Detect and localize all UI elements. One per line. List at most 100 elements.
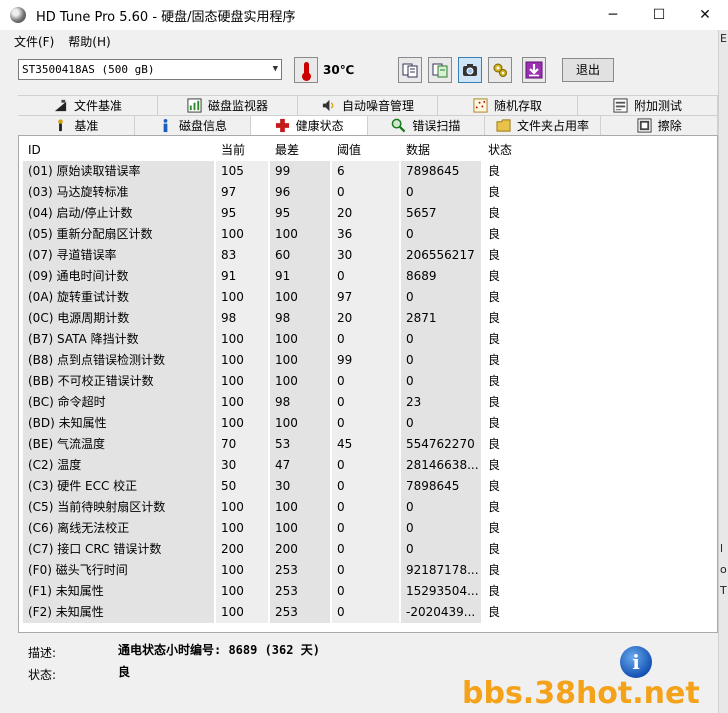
column-header-current[interactable]: 当前 [216, 140, 270, 161]
table-row[interactable]: (F1) 未知属性 100 253 0 15293504... 良 [23, 581, 713, 602]
worst-value: 100 [270, 224, 332, 245]
worst-value: 100 [270, 497, 332, 518]
table-row[interactable]: (F2) 未知属性 100 253 0 -2020439... 良 [23, 602, 713, 623]
table-row[interactable]: (07) 寻道错误率 83 60 30 206556217 良 [23, 245, 713, 266]
current-value: 91 [216, 266, 270, 287]
status-value: 良 [483, 266, 549, 287]
table-row[interactable]: (BB) 不可校正错误计数 100 100 0 0 良 [23, 371, 713, 392]
tab-file-benchmark[interactable]: 文件基准 [18, 95, 158, 115]
screenshot-button[interactable] [458, 57, 482, 83]
column-header-status[interactable]: 状态 [483, 140, 549, 161]
table-row[interactable]: (C5) 当前待映射扇区计数 100 100 0 0 良 [23, 497, 713, 518]
threshold-value: 20 [332, 203, 401, 224]
current-value: 50 [216, 476, 270, 497]
status-value: 良 [483, 203, 549, 224]
tab-erase[interactable]: 擦除 [601, 115, 719, 135]
table-row[interactable]: (05) 重新分配扇区计数 100 100 36 0 良 [23, 224, 713, 245]
info-icon [163, 118, 168, 133]
maximize-button[interactable]: ☐ [636, 0, 682, 30]
table-row[interactable]: (BC) 命令超时 100 98 0 23 良 [23, 392, 713, 413]
current-value: 100 [216, 581, 270, 602]
column-header-threshold[interactable]: 阈值 [332, 140, 401, 161]
close-button[interactable]: ✕ [682, 0, 728, 30]
tab-random-access[interactable]: 随机存取 [438, 95, 578, 115]
info-button[interactable]: i [620, 646, 652, 678]
background-window-edge: E l o T [718, 30, 728, 713]
threshold-value: 0 [332, 560, 401, 581]
table-row[interactable]: (0A) 旋转重试计数 100 100 97 0 良 [23, 287, 713, 308]
column-header-id[interactable]: ID [23, 140, 216, 161]
watermark-text: bbs.38hot.net [462, 676, 700, 711]
exit-button[interactable]: 退出 [562, 58, 614, 82]
table-row[interactable]: (01) 原始读取错误率 105 99 6 7898645 良 [23, 161, 713, 182]
table-row[interactable]: (03) 马达旋转标准 97 96 0 0 良 [23, 182, 713, 203]
threshold-value: 97 [332, 287, 401, 308]
tab-health-status[interactable]: 健康状态 [251, 115, 369, 135]
tab-benchmark[interactable]: 基准 [18, 115, 135, 135]
menu-help[interactable]: 帮助(H) [61, 33, 117, 50]
threshold-value: 20 [332, 308, 401, 329]
current-value: 105 [216, 161, 270, 182]
raw-data: 7898645 [401, 161, 483, 182]
copy-screen-button[interactable] [428, 57, 452, 83]
table-row[interactable]: (C2) 温度 30 47 0 28146638... 良 [23, 455, 713, 476]
attribute-id: (05) 重新分配扇区计数 [23, 224, 216, 245]
tab-noise-management[interactable]: 自动噪音管理 [298, 95, 438, 115]
table-row[interactable]: (0C) 电源周期计数 98 98 20 2871 良 [23, 308, 713, 329]
table-row[interactable]: (09) 通电时间计数 91 91 0 8689 良 [23, 266, 713, 287]
tab-label: 附加测试 [633, 99, 682, 113]
tab-disk-info[interactable]: 磁盘信息 [134, 115, 252, 135]
table-row[interactable]: (C7) 接口 CRC 错误计数 200 200 0 0 良 [23, 539, 713, 560]
current-value: 100 [216, 350, 270, 371]
current-value: 100 [216, 560, 270, 581]
threshold-value: 0 [332, 182, 401, 203]
tab-folder-usage[interactable]: 文件夹占用率 [484, 115, 602, 135]
health-cross-icon [275, 118, 289, 133]
drive-select-value: ST3500418AS (500 gB) [22, 63, 155, 76]
table-row[interactable]: (04) 启动/停止计数 95 95 20 5657 良 [23, 203, 713, 224]
table-header: ID 当前 最差 阈值 数据 状态 [23, 140, 713, 161]
tab-error-scan[interactable]: 错误扫描 [368, 115, 485, 135]
table-row[interactable]: (C3) 硬件 ECC 校正 50 30 0 7898645 良 [23, 476, 713, 497]
tab-label: 磁盘监视器 [207, 99, 268, 113]
health-status-panel: ID 当前 最差 阈值 数据 状态 (01) 原始读取错误率 105 99 6 7898… [18, 135, 718, 633]
table-row[interactable]: (B8) 点到点错误检测计数 100 100 99 0 良 [23, 350, 713, 371]
minimize-button[interactable]: ─ [590, 0, 636, 30]
status-value: 良 [483, 476, 549, 497]
save-button[interactable] [522, 57, 546, 83]
current-value: 95 [216, 203, 270, 224]
worst-value: 200 [270, 539, 332, 560]
threshold-value: 0 [332, 329, 401, 350]
table-row[interactable]: (BD) 未知属性 100 100 0 0 良 [23, 413, 713, 434]
threshold-value: 0 [332, 455, 401, 476]
worst-value: 95 [270, 203, 332, 224]
temperature-button[interactable] [294, 57, 318, 83]
menu-file[interactable]: 文件(F) [7, 33, 61, 50]
threshold-value: 0 [332, 266, 401, 287]
window-title: HD Tune Pro 5.60 - 硬盘/固态硬盘实用程序 [36, 9, 296, 25]
disk-monitor-icon [187, 98, 202, 113]
tab-label: 磁盘信息 [179, 119, 228, 133]
attribute-id: (C3) 硬件 ECC 校正 [23, 476, 216, 497]
table-row[interactable]: (B7) SATA 降挡计数 100 100 0 0 良 [23, 329, 713, 350]
status-value: 良 [483, 392, 549, 413]
copy-info-button[interactable] [398, 57, 422, 83]
drive-select[interactable]: ST3500418AS (500 gB) ▼ [18, 59, 282, 80]
status-value: 良 [483, 497, 549, 518]
worst-value: 98 [270, 392, 332, 413]
table-row[interactable]: (BE) 气流温度 70 53 45 554762270 良 [23, 434, 713, 455]
column-header-data[interactable]: 数据 [401, 140, 483, 161]
table-row[interactable]: (C6) 离线无法校正 100 100 0 0 良 [23, 518, 713, 539]
table-row[interactable]: (F0) 磁头飞行时间 100 253 0 92187178... 良 [23, 560, 713, 581]
column-header-worst[interactable]: 最差 [270, 140, 332, 161]
attribute-id: (0C) 电源周期计数 [23, 308, 216, 329]
folder-icon [496, 119, 511, 132]
search-icon [392, 118, 406, 133]
tab-disk-monitor[interactable]: 磁盘监视器 [158, 95, 298, 115]
tab-extra-tests[interactable]: 附加测试 [578, 95, 718, 115]
tab-label: 随机存取 [493, 99, 542, 113]
current-value: 100 [216, 392, 270, 413]
threshold-value: 0 [332, 602, 401, 623]
options-button[interactable] [488, 57, 512, 83]
tab-row-top: 文件基准 磁盘监视器 自动噪音管理 随机存取 附加测试 [18, 95, 718, 115]
